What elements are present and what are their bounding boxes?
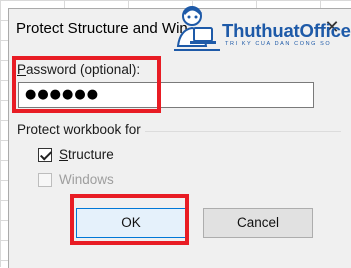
- windows-label: Windows: [59, 172, 114, 187]
- cancel-button[interactable]: Cancel: [203, 208, 313, 238]
- ok-highlight-box: [70, 194, 189, 245]
- group-label: Protect workbook for: [17, 122, 145, 137]
- structure-label: Structure: [59, 147, 114, 162]
- structure-label-accesskey: S: [59, 147, 69, 162]
- structure-label-text: tructure: [68, 147, 114, 162]
- person-at-laptop-icon: [174, 6, 220, 51]
- thuthuatoffice-logo: ThuthuatOffice TRI KY CUA DAN CONG SO: [170, 0, 351, 60]
- logo-tagline: TRI KY CUA DAN CONG SO: [225, 41, 332, 47]
- logo-name: ThuthuatOffice: [222, 20, 351, 41]
- windows-checkbox-row: Windows: [38, 172, 114, 187]
- password-highlight-box: [12, 56, 161, 113]
- structure-checkbox-row[interactable]: Structure: [38, 147, 114, 162]
- windows-checkbox: [38, 172, 52, 187]
- structure-checkbox[interactable]: [38, 147, 52, 162]
